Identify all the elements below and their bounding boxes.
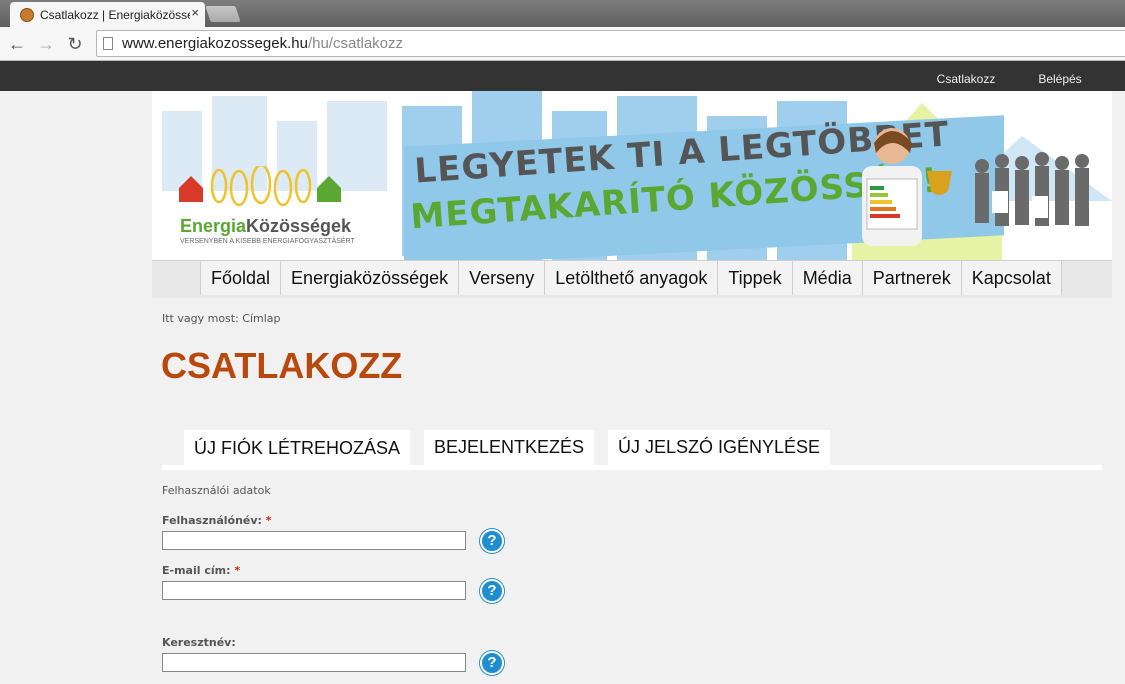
page-icon	[103, 37, 113, 50]
nav-item-competition[interactable]: Verseny	[459, 261, 546, 295]
nav-item-tips[interactable]: Tippek	[718, 261, 793, 295]
required-marker: *	[265, 514, 272, 527]
site-favicon-icon	[20, 7, 34, 22]
email-label: E-mail cím: *	[162, 564, 240, 577]
site-banner: LEGYETEK TI A LEGTÖBBET MEGTAKARÍTÓ KÖZÖ…	[152, 91, 1112, 260]
back-arrow-icon[interactable]: ←	[5, 32, 29, 56]
username-label: Felhasználónév: *	[162, 514, 272, 527]
email-input[interactable]	[162, 581, 466, 600]
browser-tab[interactable]: Csatlakozz | Energiaközösségek ×	[10, 2, 205, 27]
email-label-text: E-mail cím:	[162, 564, 231, 577]
logo-wordmark-green: Energia	[180, 216, 247, 236]
new-tab-button[interactable]	[205, 6, 241, 22]
community-photo-graphic	[862, 128, 1089, 246]
tab-create-account[interactable]: ÚJ FIÓK LÉTREHOZÁSA	[184, 430, 411, 466]
url-host: www.energiakozossegek.hu	[122, 35, 308, 52]
required-marker: *	[234, 564, 241, 577]
user-data-section-label: Felhasználói adatok	[162, 484, 271, 497]
account-tabs: ÚJ FIÓK LÉTREHOZÁSA BEJELENTKEZÉS ÚJ JEL…	[162, 430, 1102, 470]
browser-toolbar: ← → ↻ www.energiakozossegek.hu/hu/csatla…	[0, 27, 1125, 61]
tab-login[interactable]: BEJELENTKEZÉS	[424, 430, 595, 465]
nav-item-communities[interactable]: Energiaközösségek	[281, 261, 460, 295]
breadcrumb: Itt vagy most: Címlap	[162, 312, 281, 325]
username-input[interactable]	[162, 531, 466, 550]
firstname-label: Keresztnév:	[162, 636, 236, 649]
help-icon[interactable]: ?	[480, 529, 504, 553]
nav-item-downloads[interactable]: Letölthető anyagok	[545, 261, 719, 295]
logo-wordmark-gray: Közösségek	[246, 216, 352, 236]
username-label-text: Felhasználónév:	[162, 514, 262, 527]
nav-item-home[interactable]: Főoldal	[200, 261, 282, 295]
reload-icon[interactable]: ↻	[63, 32, 87, 56]
help-icon[interactable]: ?	[480, 579, 504, 603]
browser-tabstrip: Csatlakozz | Energiaközösségek ×	[0, 0, 1125, 27]
nav-item-contact[interactable]: Kapcsolat	[961, 261, 1062, 295]
main-navigation: Főoldal Energiaközösségek Verseny Letölt…	[152, 260, 1112, 298]
firstname-input[interactable]	[162, 653, 466, 672]
url-path: /hu/csatlakozz	[307, 35, 403, 52]
site-topbar: Csatlakozz Belépés	[0, 61, 1125, 96]
page-title: CSATLAKOZZ	[161, 345, 403, 386]
close-tab-icon[interactable]: ×	[191, 5, 199, 20]
forward-arrow-icon[interactable]: →	[34, 32, 58, 56]
logo-tagline: VERSENYBEN A KISEBB ENERGIAFOGYASZTÁSÉRT	[180, 238, 355, 245]
logo-wordmark: EnergiaKözösségek	[180, 216, 351, 237]
tab-title: Csatlakozz | Energiaközösségek	[40, 7, 190, 22]
tab-request-password[interactable]: ÚJ JELSZÓ IGÉNYLÉSE	[608, 430, 831, 465]
nav-item-media[interactable]: Média	[792, 261, 863, 295]
help-icon[interactable]: ?	[480, 651, 504, 675]
address-bar[interactable]: www.energiakozossegek.hu/hu/csatlakozz	[96, 30, 1125, 57]
nav-item-partners[interactable]: Partnerek	[862, 261, 962, 295]
